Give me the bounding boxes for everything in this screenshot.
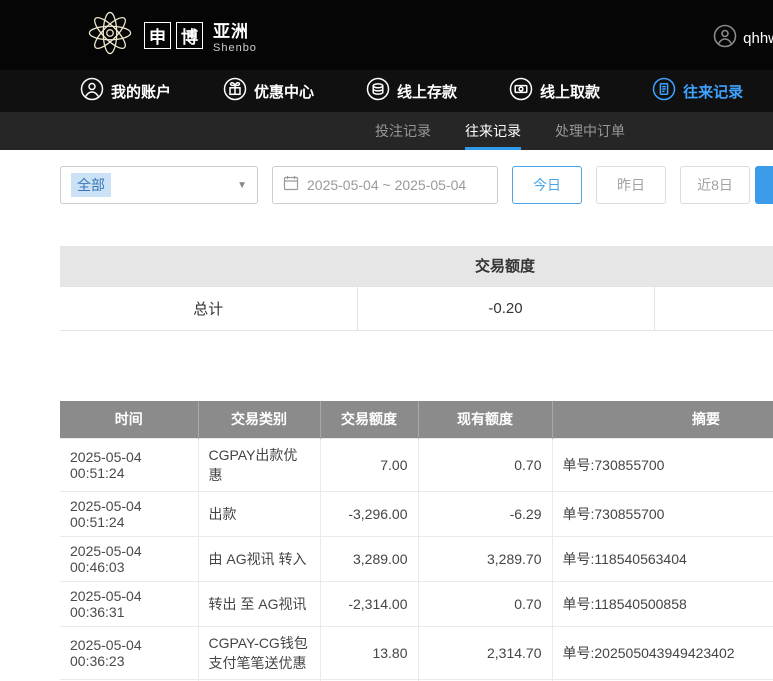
table-row: 2025-05-04 00:51:24 CGPAY出款优惠 7.00 0.70 … <box>60 438 773 492</box>
cell-time: 2025-05-04 00:36:31 <box>60 581 199 627</box>
cell-amount: 3,289.00 <box>319 536 419 582</box>
cell-time: 2025-05-04 00:51:24 <box>60 438 199 492</box>
nav-item-online-deposit[interactable]: 线上存款 <box>366 77 457 105</box>
nav-label: 线上存款 <box>397 83 458 101</box>
cell-summary: 单号:730855700 <box>551 491 773 537</box>
nav-item-online-withdrawal[interactable]: 线上取款 <box>509 77 600 105</box>
cell-amount: 13.80 <box>319 626 419 680</box>
cell-balance: -6.29 <box>417 491 553 537</box>
user-account[interactable]: qhhw <box>713 24 773 53</box>
records-table-section: 时间 交易类别 交易额度 现有额度 摘要 2025-05-04 00:51:24… <box>60 400 773 681</box>
top-header: 申 博 亚洲 Shenbo qhhw <box>0 0 773 70</box>
search-button[interactable] <box>755 166 773 204</box>
summary-row: 总计 -0.20 <box>60 285 773 331</box>
col-header-summary: 摘要 <box>552 400 773 439</box>
table-row: 2025-05-04 00:51:24 出款 -3,296.00 -6.29 单… <box>60 491 773 537</box>
cell-time: 2025-05-04 00:46:03 <box>60 536 199 582</box>
records-document-icon <box>652 77 676 105</box>
nav-item-transaction-records[interactable]: 往来记录 <box>652 77 743 105</box>
summary-header: 交易额度 <box>60 246 773 286</box>
yesterday-button[interactable]: 昨日 <box>596 166 666 204</box>
nav-label: 往来记录 <box>683 83 744 101</box>
today-button[interactable]: 今日 <box>512 166 582 204</box>
transaction-type-dropdown[interactable]: 全部 ▼ <box>60 166 258 204</box>
dropdown-selected-value: 全部 <box>71 173 111 197</box>
withdraw-banknote-icon <box>509 77 533 105</box>
cell-balance: 3,289.70 <box>417 536 553 582</box>
cell-summary: 单号:118540563404 <box>551 536 773 582</box>
cell-type: 出款 <box>197 491 321 537</box>
date-range-picker[interactable]: 2025-05-04 ~ 2025-05-04 <box>272 166 498 204</box>
gift-icon <box>223 77 247 105</box>
brand-logo[interactable]: 申 博 亚洲 Shenbo <box>84 7 257 64</box>
brand-boxed-characters: 申 博 <box>144 21 203 49</box>
cell-summary: 单号:730855700 <box>551 438 773 492</box>
cell-amount: 7.00 <box>319 438 419 492</box>
table-row: 2025-05-04 00:36:23 CGPAY-CG钱包支付笔笔送优惠 13… <box>60 626 773 680</box>
deposit-coins-icon <box>366 77 390 105</box>
nav-label: 我的账户 <box>111 83 172 101</box>
cell-amount: -3,296.00 <box>319 491 419 537</box>
cell-balance: 0.70 <box>417 581 553 627</box>
cell-time: 2025-05-04 00:51:24 <box>60 491 199 537</box>
nav-item-my-account[interactable]: 我的账户 <box>80 77 171 105</box>
brand-char-2: 博 <box>176 21 203 49</box>
username-text[interactable]: qhhw <box>743 30 773 47</box>
cell-summary: 单号:202505043949423402 <box>551 626 773 680</box>
table-row: 2025-05-04 00:36:31 转出 至 AG视讯 -2,314.00 … <box>60 581 773 627</box>
filter-bar: 全部 ▼ 2025-05-04 ~ 2025-05-04 今日 昨日 近8日 <box>60 166 773 204</box>
calendar-icon <box>283 175 299 196</box>
cell-amount: -2,314.00 <box>319 581 419 627</box>
cell-type: 转出 至 AG视讯 <box>197 581 321 627</box>
cell-type: CGPAY出款优惠 <box>197 438 321 492</box>
user-icon <box>80 77 104 105</box>
col-header-time: 时间 <box>60 400 199 439</box>
main-navigation: 我的账户 优惠中心 线上存款 线上取款 往来记录 <box>0 70 773 112</box>
summary-total-value: -0.20 <box>356 285 655 331</box>
records-subnav: 投注记录 往来记录 处理中订单 <box>0 112 773 150</box>
cell-type: 由 AG视讯 转入 <box>197 536 321 582</box>
chevron-down-icon: ▼ <box>237 179 247 191</box>
nav-item-promotions[interactable]: 优惠中心 <box>223 77 314 105</box>
cell-summary: 单号:118540500858 <box>551 581 773 627</box>
brand-char-1: 申 <box>144 21 171 49</box>
lotus-flower-icon <box>84 7 136 64</box>
tab-betting-records[interactable]: 投注记录 <box>375 112 431 150</box>
brand-region-text: 亚洲 <box>213 21 249 41</box>
avatar-icon <box>713 24 737 53</box>
table-header-row: 时间 交易类别 交易额度 现有额度 摘要 <box>60 400 773 439</box>
cell-time: 2025-05-04 00:36:23 <box>60 626 199 680</box>
last-8-days-button[interactable]: 近8日 <box>680 166 750 204</box>
nav-label: 线上取款 <box>540 83 601 101</box>
nav-label: 优惠中心 <box>254 83 315 101</box>
col-header-type: 交易类别 <box>198 400 321 439</box>
summary-section: 交易额度 总计 -0.20 <box>60 246 773 331</box>
cell-type: CGPAY-CG钱包支付笔笔送优惠 <box>197 626 321 680</box>
date-range-value: 2025-05-04 ~ 2025-05-04 <box>307 177 467 193</box>
cell-balance: 0.70 <box>417 438 553 492</box>
tab-processing-orders[interactable]: 处理中订单 <box>555 112 625 150</box>
cell-balance: 2,314.70 <box>417 626 553 680</box>
summary-empty-cell <box>653 285 773 331</box>
brand-subtitle: Shenbo <box>213 41 257 54</box>
tab-transaction-records[interactable]: 往来记录 <box>465 112 521 150</box>
summary-total-label: 总计 <box>60 285 358 331</box>
col-header-balance: 现有额度 <box>418 400 553 439</box>
table-row: 2025-05-04 00:46:03 由 AG视讯 转入 3,289.00 3… <box>60 536 773 582</box>
col-header-amount: 交易额度 <box>320 400 419 439</box>
